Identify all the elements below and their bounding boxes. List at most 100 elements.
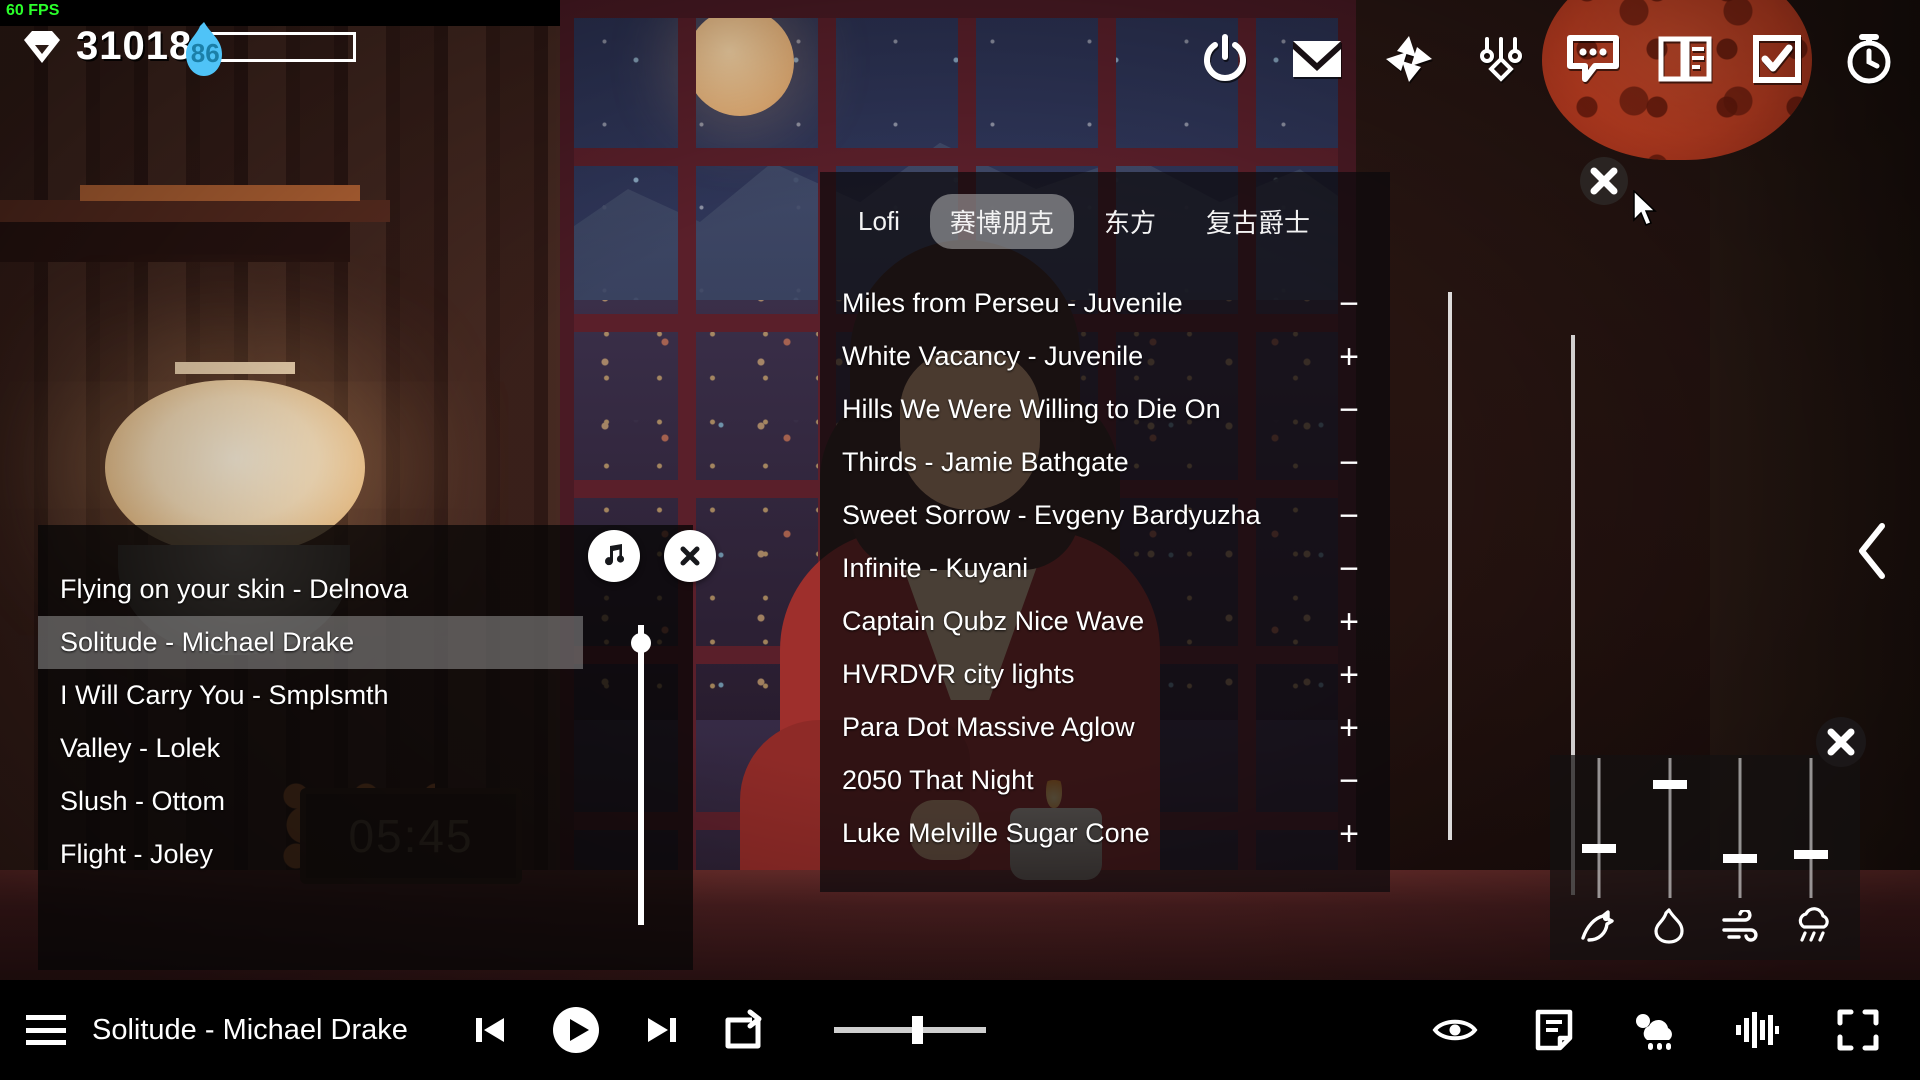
playlist-volume-slider[interactable] [638, 625, 644, 925]
checklist-icon[interactable] [1748, 30, 1806, 88]
playlist-item-title: Flight - Joley [60, 839, 214, 869]
close-music-panel-button[interactable] [664, 530, 716, 582]
fader-track [1738, 758, 1742, 898]
track-row[interactable]: Para Dot Massive Aglow + [820, 701, 1390, 754]
previous-track-button[interactable] [470, 1010, 510, 1050]
mixer-fader-fire[interactable] [1648, 758, 1692, 898]
shutter-icon[interactable] [1380, 30, 1438, 88]
track-toggle[interactable]: + [1332, 340, 1366, 374]
book-icon[interactable] [1656, 30, 1714, 88]
note-icon[interactable] [1534, 1008, 1574, 1052]
track-toggle[interactable]: + [1332, 605, 1366, 639]
track-row[interactable]: Hills We Were Willing to Die On − [820, 383, 1390, 436]
playlist-panel: Flying on your skin - Delnova Solitude -… [38, 525, 693, 970]
rain-icon[interactable] [1792, 904, 1836, 948]
fire-icon[interactable] [1647, 904, 1691, 948]
gem-count: 31018 [76, 24, 193, 68]
progress-knob[interactable] [911, 1016, 923, 1044]
music-tab[interactable]: 复古爵士 [1186, 194, 1330, 249]
fader-track [1597, 758, 1601, 898]
track-row[interactable]: Luke Melville Sugar Cone + [820, 807, 1390, 860]
track-title: Luke Melville Sugar Cone [842, 818, 1150, 848]
close-lantern-button[interactable] [1578, 155, 1630, 212]
music-note-button[interactable] [588, 530, 640, 582]
track-toggle[interactable]: + [1332, 658, 1366, 692]
hamburger-icon[interactable] [26, 1015, 66, 1045]
timer-icon[interactable] [1840, 30, 1898, 88]
track-title: Hills We Were Willing to Die On [842, 394, 1221, 424]
wind-icon[interactable] [1719, 904, 1763, 948]
play-button[interactable] [550, 1004, 602, 1056]
paper-lantern-top [175, 362, 295, 374]
bird-icon[interactable] [1574, 904, 1618, 948]
track-title: Thirds - Jamie Bathgate [842, 447, 1129, 477]
energy-meter[interactable]: 86 [186, 21, 357, 76]
playlist-item-title: Solitude - Michael Drake [60, 627, 355, 657]
track-toggle[interactable]: − [1332, 446, 1366, 480]
top-status-strip [0, 0, 560, 26]
fader-knob[interactable] [1652, 780, 1687, 789]
collapse-panel-chevron[interactable] [1852, 520, 1896, 587]
fader-track [1809, 758, 1813, 898]
next-track-button[interactable] [642, 1010, 682, 1050]
playlist-item[interactable]: Flight - Joley [38, 828, 693, 881]
ambience-mixer-panel [1550, 717, 1866, 960]
track-row[interactable]: Captain Qubz Nice Wave + [820, 595, 1390, 648]
music-tab[interactable]: Lofi [838, 197, 920, 246]
fader-knob[interactable] [1582, 844, 1617, 853]
track-toggle[interactable]: − [1332, 287, 1366, 321]
track-row[interactable]: HVRDVR city lights + [820, 648, 1390, 701]
music-panel-float-buttons [588, 530, 716, 582]
playlist-item-selected[interactable]: Solitude - Michael Drake [38, 616, 583, 669]
weather-icon[interactable] [1630, 1010, 1678, 1050]
mixer-fader-wind[interactable] [1718, 758, 1762, 898]
track-row[interactable]: 2050 That Night − [820, 754, 1390, 807]
mixer-fader-rain[interactable] [1789, 758, 1833, 898]
fader-track [1668, 758, 1672, 898]
track-row[interactable]: Sweet Sorrow - Evgeny Bardyuzha − [820, 489, 1390, 542]
track-row[interactable]: Miles from Perseu - Juvenile − [820, 277, 1390, 330]
track-title: Miles from Perseu - Juvenile [842, 288, 1183, 318]
track-title: Infinite - Kuyani [842, 553, 1029, 583]
playlist-item[interactable]: I Will Carry You - Smplsmth [38, 669, 693, 722]
track-toggle[interactable]: − [1332, 499, 1366, 533]
mixer-fader-birds[interactable] [1577, 758, 1621, 898]
track-row[interactable]: Thirds - Jamie Bathgate − [820, 436, 1390, 489]
music-tabs: Lofi 赛博朋克 东方 复古爵士 [820, 172, 1390, 255]
playlist-item-title: I Will Carry You - Smplsmth [60, 680, 389, 710]
playlist-volume-knob[interactable] [631, 633, 651, 653]
track-toggle[interactable]: + [1332, 711, 1366, 745]
track-toggle[interactable]: + [1332, 817, 1366, 851]
repeat-button[interactable] [722, 1008, 768, 1052]
music-panel-scrollbar[interactable] [1448, 292, 1452, 840]
playlist-item[interactable]: Valley - Lolek [38, 722, 693, 775]
track-toggle[interactable]: − [1332, 764, 1366, 798]
track-toggle[interactable]: − [1332, 393, 1366, 427]
player-bar-right [1432, 1008, 1920, 1052]
fader-knob[interactable] [1723, 854, 1758, 863]
track-title: Para Dot Massive Aglow [842, 712, 1135, 742]
progress-slider[interactable] [833, 1016, 986, 1044]
player-bar: Solitude - Michael Drake [0, 980, 1920, 1080]
mixer-faders [1550, 758, 1860, 898]
playlist-item[interactable]: Slush - Ottom [38, 775, 693, 828]
track-row[interactable]: White Vacancy - Juvenile + [820, 330, 1390, 383]
power-icon[interactable] [1196, 30, 1254, 88]
track-row[interactable]: Infinite - Kuyani − [820, 542, 1390, 595]
fullscreen-icon[interactable] [1836, 1008, 1880, 1052]
playlist-item-title: Slush - Ottom [60, 786, 226, 816]
fader-knob[interactable] [1793, 850, 1828, 859]
track-toggle[interactable]: − [1332, 552, 1366, 586]
shelf-shadow [0, 222, 350, 262]
track-title: Sweet Sorrow - Evgeny Bardyuzha [842, 500, 1261, 530]
mail-icon[interactable] [1288, 30, 1346, 88]
eye-icon[interactable] [1432, 1015, 1478, 1045]
currency-hud: 31018 86 [22, 21, 357, 76]
app-root: 05:45 60 FPS 31018 86 [0, 0, 1920, 1080]
music-tab[interactable]: 东方 [1084, 194, 1176, 249]
sliders-icon[interactable] [1472, 30, 1530, 88]
shelf [0, 200, 390, 222]
music-tab-active[interactable]: 赛博朋克 [929, 194, 1074, 249]
chat-icon[interactable] [1564, 30, 1622, 88]
equalizer-icon[interactable] [1734, 1010, 1780, 1050]
